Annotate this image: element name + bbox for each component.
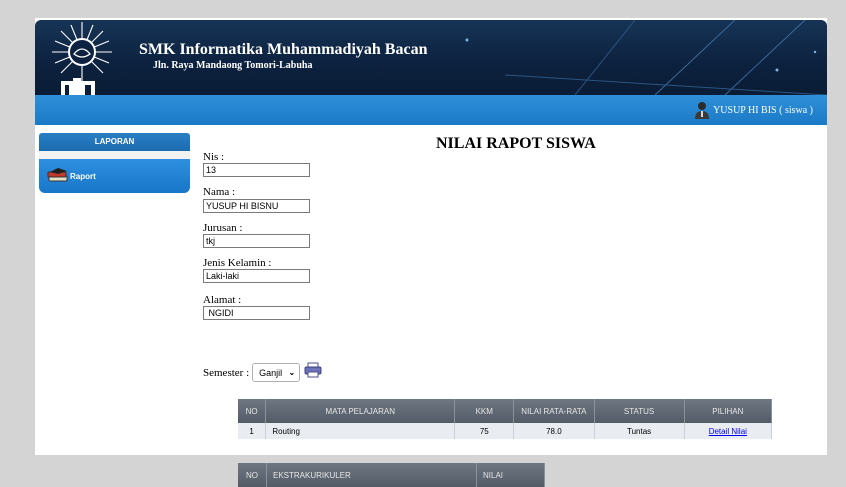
- user-avatar-icon: [695, 102, 710, 119]
- cell-action: Detail Nilai: [684, 423, 773, 439]
- table-row: 1 Routing 75 78.0 Tuntas Detail Nilai: [238, 423, 773, 439]
- nis-field[interactable]: 13: [203, 163, 310, 177]
- user-label: YUSUP HI BIS ( siswa ): [713, 104, 813, 116]
- extracurricular-header-row: NO EKSTRAKURIKULER NILAI: [238, 463, 545, 487]
- sidebar-menu: Raport: [39, 159, 190, 193]
- col-subject: MATA PELAJARAN: [265, 399, 456, 423]
- cell-no: 1: [238, 423, 267, 439]
- jurusan-field[interactable]: tkj: [203, 234, 310, 248]
- col-status: STATUS: [594, 399, 685, 423]
- semester-label: Semester :: [203, 366, 250, 379]
- jurusan-label: Jurusan :: [203, 222, 243, 234]
- alamat-field[interactable]: NGIDI: [203, 306, 310, 320]
- semester-value: Ganjil: [259, 367, 283, 378]
- book-stack-icon: [47, 168, 68, 182]
- alamat-label: Alamat :: [203, 294, 242, 306]
- col-extracurricular: EKSTRAKURIKULER: [266, 463, 477, 487]
- chevron-down-icon: ⌄: [288, 368, 296, 377]
- grades-table: NO MATA PELAJARAN KKM NILAI RATA-RATA ST…: [238, 399, 773, 439]
- school-address: Jln. Raya Mandaong Tomori-Labuha: [153, 60, 313, 71]
- gender-label: Jenis Kelamin :: [203, 257, 272, 269]
- cell-average: 78.0: [513, 423, 595, 439]
- nama-label: Nama :: [203, 186, 236, 198]
- col-kkm: KKM: [454, 399, 515, 423]
- page-title: NILAI RAPOT SISWA: [436, 135, 596, 152]
- school-logo: [52, 22, 112, 95]
- semester-select[interactable]: Ganjil ⌄: [252, 363, 301, 382]
- printer-icon[interactable]: [304, 362, 322, 378]
- nis-label: Nis :: [203, 151, 225, 163]
- col-action: PILIHAN: [684, 399, 773, 423]
- col-nilai: NILAI: [476, 463, 545, 487]
- semester-row: Semester : Ganjil ⌄: [203, 362, 322, 382]
- gender-field[interactable]: Laki-laki: [203, 269, 310, 283]
- sidebar-item-label: Raport: [70, 172, 96, 181]
- col-no: NO: [238, 399, 267, 423]
- sidebar-divider: [39, 151, 190, 159]
- nama-field[interactable]: YUSUP HI BISNU: [203, 199, 310, 213]
- detail-nilai-link[interactable]: Detail Nilai: [709, 427, 747, 436]
- cell-kkm: 75: [454, 423, 515, 439]
- sidebar-title: LAPORAN: [39, 133, 190, 151]
- col-average: NILAI RATA-RATA: [513, 399, 595, 423]
- user-info[interactable]: YUSUP HI BIS ( siswa ): [694, 100, 813, 120]
- grades-header-row: NO MATA PELAJARAN KKM NILAI RATA-RATA ST…: [238, 399, 773, 423]
- extracurricular-table: NO EKSTRAKURIKULER NILAI: [238, 463, 545, 487]
- sidebar-item-raport[interactable]: Raport: [47, 167, 96, 183]
- cell-subject: Routing: [265, 423, 456, 439]
- header-banner: SMK Informatika Muhammadiyah Bacan Jln. …: [35, 20, 827, 95]
- cell-status: Tuntas: [594, 423, 685, 439]
- col-no: NO: [238, 463, 267, 487]
- page: SMK Informatika Muhammadiyah Bacan Jln. …: [35, 18, 827, 487]
- school-name: SMK Informatika Muhammadiyah Bacan: [139, 41, 428, 58]
- top-nav-bar: YUSUP HI BIS ( siswa ): [35, 95, 827, 125]
